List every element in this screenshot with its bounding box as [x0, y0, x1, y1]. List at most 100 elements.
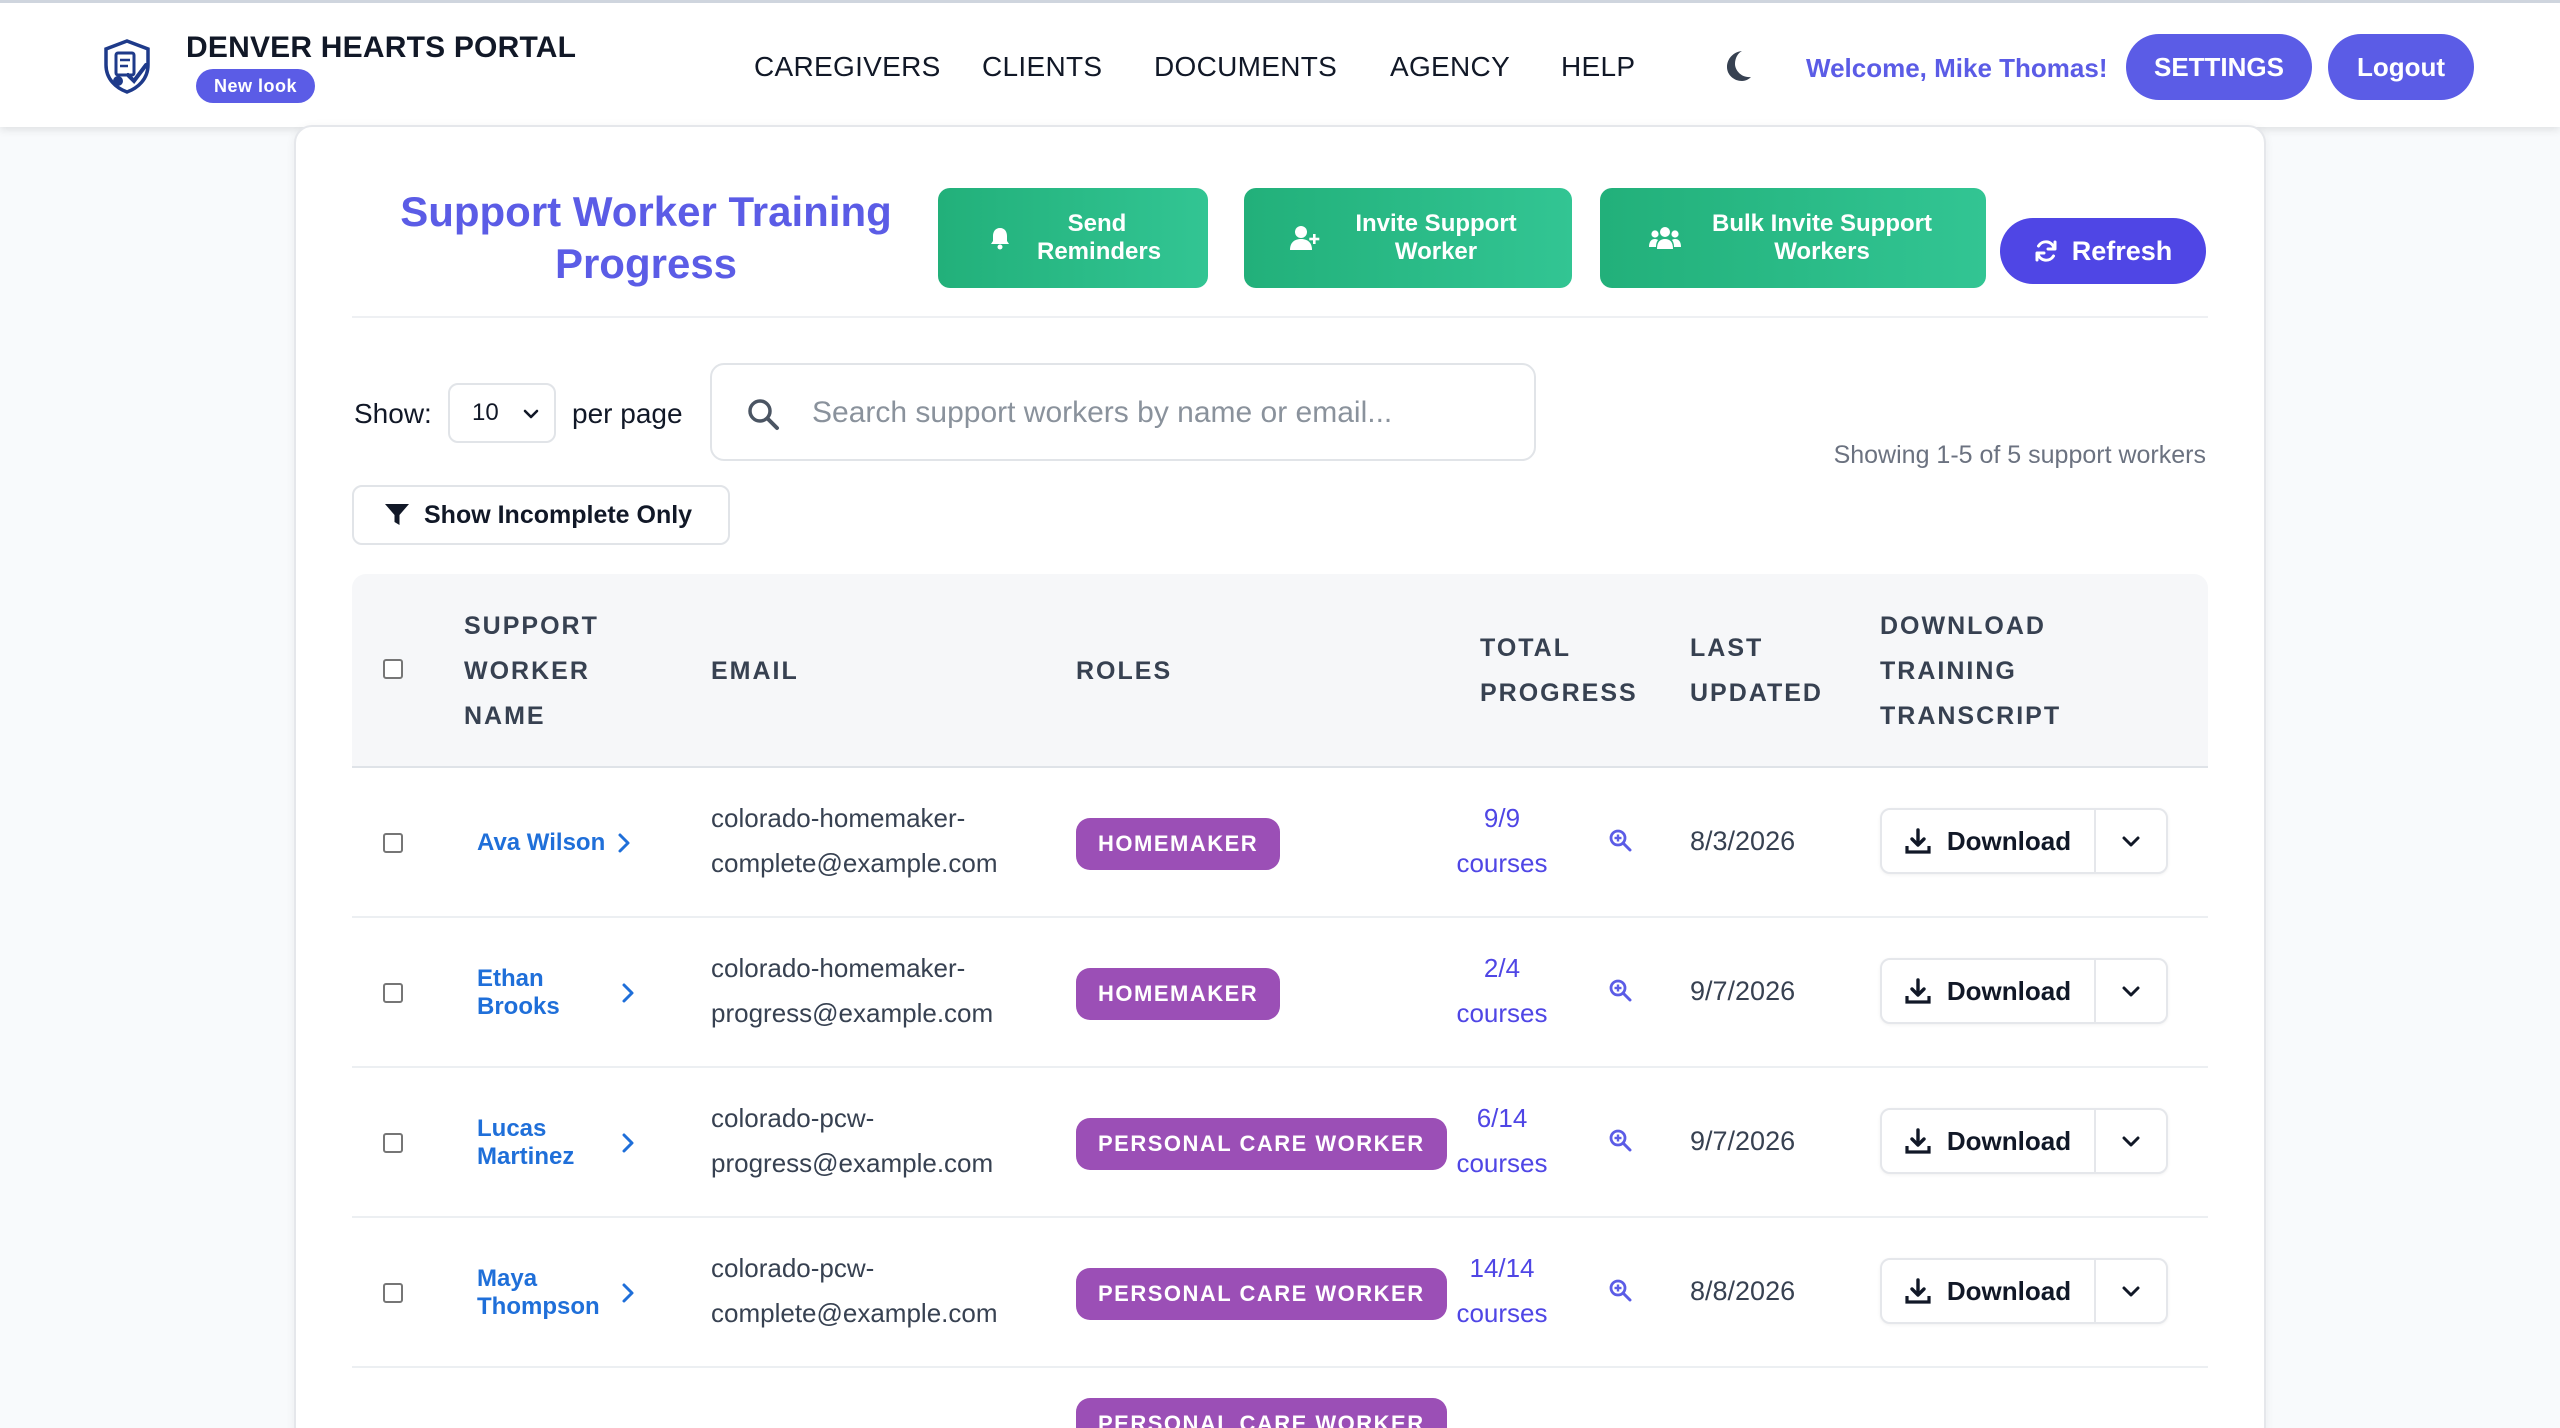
refresh-label: Refresh: [2071, 235, 2173, 266]
invite-support-worker-label: Invite Support Worker: [1355, 210, 1517, 265]
worker-name-link[interactable]: Ava Wilson: [477, 829, 605, 857]
chevron-down-icon: [520, 403, 542, 425]
progress-value[interactable]: 9/9 courses: [1442, 796, 1562, 886]
chevron-down-icon: [2119, 979, 2143, 1003]
header-download-transcript: DOWNLOAD TRAINING TRANSCRIPT: [1880, 612, 2062, 730]
row-checkbox[interactable]: [383, 833, 403, 853]
download-button[interactable]: Download: [1882, 1260, 2096, 1322]
nav-clients[interactable]: CLIENTS: [982, 51, 1102, 83]
zoom-in-icon[interactable]: [1608, 1278, 1632, 1302]
download-split-button: Download: [1880, 1108, 2168, 1174]
header-roles[interactable]: ROLES: [1076, 649, 1172, 694]
title-divider: [352, 316, 2208, 318]
progress-value[interactable]: 14/14 courses: [1442, 1246, 1562, 1336]
dark-mode-moon-icon[interactable]: [1716, 45, 1756, 85]
zoom-in-icon[interactable]: [1608, 978, 1632, 1002]
chevron-right-icon[interactable]: [620, 981, 636, 1005]
nav-help[interactable]: HELP: [1561, 51, 1635, 83]
download-options-toggle[interactable]: [2096, 960, 2166, 1022]
progress-value[interactable]: 6/14 courses: [1442, 1096, 1562, 1186]
worker-name-link[interactable]: Maya Thompson: [477, 1265, 607, 1321]
invite-support-worker-button[interactable]: Invite Support Worker: [1244, 188, 1572, 288]
row-checkbox[interactable]: [383, 983, 403, 1003]
shield-logo-icon[interactable]: [98, 37, 156, 95]
download-options-toggle[interactable]: [2096, 1110, 2166, 1172]
nav-documents[interactable]: DOCUMENTS: [1154, 51, 1337, 83]
table-row: Maya Thompson colorado-pcw-complete@exam…: [352, 1218, 2208, 1368]
role-badge: HOMEMAKER: [1076, 968, 1281, 1020]
download-options-toggle[interactable]: [2096, 1260, 2166, 1322]
worker-email: colorado-homemaker-complete@example.com: [711, 803, 998, 878]
user-plus-icon: [1290, 225, 1320, 251]
top-navbar: DENVER HEARTS PORTAL New look CAREGIVERS…: [0, 0, 2560, 127]
progress-value[interactable]: 2/4 courses: [1442, 946, 1562, 1036]
download-label: Download: [1946, 975, 2072, 1006]
bulk-invite-button[interactable]: Bulk Invite Support Workers: [1600, 188, 1986, 288]
select-all-checkbox[interactable]: [383, 659, 403, 679]
bell-icon: [989, 226, 1011, 250]
download-button[interactable]: Download: [1882, 960, 2096, 1022]
last-updated-date: 8/3/2026: [1690, 826, 1796, 856]
download-button[interactable]: Download: [1882, 1110, 2096, 1172]
download-split-button: Download: [1880, 808, 2168, 874]
search-box[interactable]: [710, 363, 1536, 461]
table-row: Ava Wilson colorado-homemaker-complete@e…: [352, 768, 2208, 918]
results-count: Showing 1-5 of 5 support workers: [1833, 441, 2206, 469]
download-split-button: Download: [1880, 1258, 2168, 1324]
send-reminders-label: Send Reminders: [1037, 210, 1162, 265]
table-row: Lucas Martinez colorado-pcw-progress@exa…: [352, 1068, 2208, 1218]
send-reminders-button[interactable]: Send Reminders: [938, 188, 1208, 288]
download-icon: [1905, 978, 1931, 1004]
show-incomplete-label: Show Incomplete Only: [424, 500, 693, 529]
download-icon: [1905, 828, 1931, 854]
worker-email: colorado-homemaker-progress@example.com: [711, 953, 994, 1028]
new-look-badge[interactable]: New look: [196, 69, 316, 103]
header-support-worker-name[interactable]: SUPPORT WORKER NAME: [464, 604, 604, 739]
worker-name-link[interactable]: Ethan Brooks: [477, 965, 597, 1021]
chevron-right-icon[interactable]: [620, 1281, 636, 1305]
search-icon: [746, 397, 780, 431]
worker-name-link[interactable]: Lucas Martinez: [477, 1115, 597, 1171]
role-badge: PERSONAL CARE WORKER: [1076, 1398, 1447, 1428]
worker-email: colorado-pcw-progress@example.com: [711, 1103, 994, 1178]
chevron-right-icon[interactable]: [616, 831, 632, 855]
per-page-select[interactable]: 10: [448, 383, 556, 443]
zoom-in-icon[interactable]: [1608, 1128, 1632, 1152]
bulk-invite-label: Bulk Invite Support Workers: [1711, 210, 1932, 265]
page-title: Support Worker Training Progress: [400, 188, 892, 287]
row-checkbox[interactable]: [383, 1283, 403, 1303]
download-options-toggle[interactable]: [2096, 810, 2166, 872]
table-row: PERSONAL CARE WORKER: [352, 1368, 2208, 1428]
welcome-message: Welcome, Mike Thomas!: [1806, 53, 2108, 83]
filter-icon: [384, 503, 410, 527]
chevron-down-icon: [2119, 1279, 2143, 1303]
role-badge: PERSONAL CARE WORKER: [1076, 1268, 1447, 1320]
chevron-down-icon: [2119, 1129, 2143, 1153]
header-email[interactable]: EMAIL: [711, 649, 799, 694]
worker-email: colorado-pcw-complete@example.com: [711, 1253, 998, 1328]
chevron-right-icon[interactable]: [620, 1131, 636, 1155]
role-badge: HOMEMAKER: [1076, 818, 1281, 870]
nav-caregivers[interactable]: CAREGIVERS: [754, 51, 941, 83]
header-total-progress[interactable]: TOTAL PROGRESS: [1480, 626, 1650, 716]
settings-button[interactable]: SETTINGS: [2126, 34, 2312, 100]
show-label: Show:: [354, 398, 432, 429]
download-label: Download: [1946, 1275, 2072, 1306]
search-input[interactable]: [812, 385, 1512, 441]
show-incomplete-filter-button[interactable]: Show Incomplete Only: [352, 485, 730, 545]
logout-button[interactable]: Logout: [2328, 34, 2474, 100]
role-badge: PERSONAL CARE WORKER: [1076, 1118, 1447, 1170]
brand-name[interactable]: DENVER HEARTS PORTAL: [186, 31, 576, 65]
download-split-button: Download: [1880, 958, 2168, 1024]
refresh-icon: [2034, 239, 2058, 263]
nav-agency[interactable]: AGENCY: [1390, 51, 1510, 83]
refresh-button[interactable]: Refresh: [2000, 218, 2206, 284]
download-icon: [1905, 1128, 1931, 1154]
download-label: Download: [1946, 1125, 2072, 1156]
download-label: Download: [1946, 825, 2072, 856]
row-checkbox[interactable]: [383, 1133, 403, 1153]
zoom-in-icon[interactable]: [1608, 828, 1632, 852]
download-button[interactable]: Download: [1882, 810, 2096, 872]
last-updated-date: 9/7/2026: [1690, 976, 1796, 1006]
header-last-updated[interactable]: LAST UPDATED: [1690, 626, 1840, 716]
